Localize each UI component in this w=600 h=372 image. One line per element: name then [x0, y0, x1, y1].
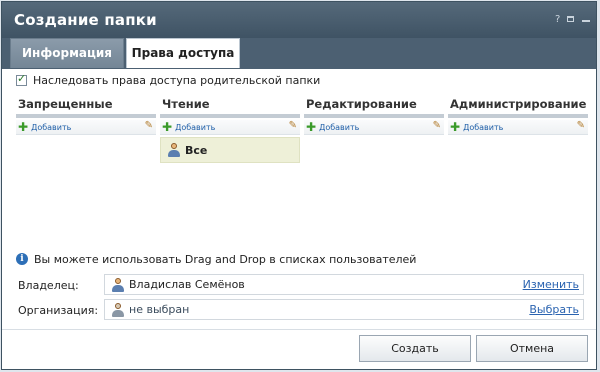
- organization-label: Организация:: [18, 304, 99, 317]
- add-label: Добавить: [463, 122, 504, 132]
- tab-access-rights[interactable]: Права доступа: [126, 38, 240, 68]
- column-forbidden: Запрещенные ✚ Добавить ✎: [16, 96, 156, 246]
- clear-broom-icon[interactable]: ✎: [145, 120, 153, 131]
- plus-icon: ✚: [306, 120, 317, 134]
- column-admin: Администрирование ✚ Добавить ✎: [448, 96, 588, 246]
- clear-broom-icon[interactable]: ✎: [433, 120, 441, 131]
- organization-icon: [111, 302, 125, 317]
- organization-field: не выбран Выбрать: [104, 299, 584, 320]
- column-title: Редактирование: [304, 96, 444, 118]
- add-forbidden-button[interactable]: ✚ Добавить: [18, 121, 71, 133]
- checkmark-icon: ✓: [17, 71, 27, 85]
- column-read: Чтение ✚ Добавить ✎ Все: [160, 96, 300, 246]
- footer-divider: [2, 329, 596, 330]
- column-toolbar: ✚ Добавить ✎: [16, 120, 156, 135]
- user-icon: [111, 277, 125, 292]
- create-folder-dialog: Создание папки ? Информация Права доступ…: [1, 1, 597, 370]
- add-admin-button[interactable]: ✚ Добавить: [450, 121, 503, 133]
- tab-strip: Информация Права доступа: [2, 38, 596, 69]
- owner-label: Владелец:: [18, 279, 79, 292]
- info-icon: i: [16, 253, 28, 265]
- cancel-button[interactable]: Отмена: [476, 335, 588, 362]
- hint-text: Вы можете использовать Drag and Drop в с…: [34, 252, 417, 266]
- column-toolbar: ✚ Добавить ✎: [304, 120, 444, 135]
- dialog-titlebar[interactable]: Создание папки ?: [2, 2, 596, 38]
- add-label: Добавить: [175, 122, 216, 132]
- drag-drop-hint: i Вы можете использовать Drag and Drop в…: [16, 252, 416, 266]
- owner-value: Владислав Семёнов: [129, 278, 245, 291]
- column-toolbar: ✚ Добавить ✎: [160, 120, 300, 135]
- user-group-icon: [167, 143, 181, 157]
- clear-broom-icon[interactable]: ✎: [577, 120, 585, 131]
- change-owner-link[interactable]: Изменить: [523, 278, 579, 291]
- column-edit: Редактирование ✚ Добавить ✎: [304, 96, 444, 246]
- add-read-button[interactable]: ✚ Добавить: [162, 121, 215, 133]
- dialog-title: Создание папки: [14, 11, 157, 29]
- plus-icon: ✚: [162, 120, 173, 134]
- plus-icon: ✚: [450, 120, 461, 134]
- add-label: Добавить: [31, 122, 72, 132]
- column-toolbar: ✚ Добавить ✎: [448, 120, 588, 135]
- inherit-permissions-label: Наследовать права доступа родительской п…: [33, 73, 321, 87]
- column-title: Запрещенные: [16, 96, 156, 118]
- permission-columns: Запрещенные ✚ Добавить ✎ Чтение ✚ Добави…: [16, 96, 590, 246]
- clear-broom-icon[interactable]: ✎: [289, 120, 297, 131]
- owner-field: Владислав Семёнов Изменить: [104, 274, 584, 295]
- tab-information[interactable]: Информация: [10, 38, 124, 68]
- column-title: Администрирование: [448, 96, 588, 118]
- list-item-label: Все: [185, 143, 208, 157]
- plus-icon: ✚: [18, 120, 29, 134]
- add-label: Добавить: [319, 122, 360, 132]
- add-edit-button[interactable]: ✚ Добавить: [306, 121, 359, 133]
- column-title: Чтение: [160, 96, 300, 118]
- organization-value: не выбран: [129, 303, 190, 316]
- minimize-icon[interactable]: [582, 15, 590, 25]
- help-icon[interactable]: ?: [555, 15, 560, 25]
- inherit-permissions-checkbox[interactable]: ✓: [16, 71, 27, 86]
- select-organization-link[interactable]: Выбрать: [529, 303, 579, 316]
- inherit-permissions-row: ✓ Наследовать права доступа родительской…: [16, 71, 321, 87]
- list-item-everyone[interactable]: Все: [160, 137, 300, 163]
- maximize-icon[interactable]: [567, 15, 574, 25]
- create-button[interactable]: Создать: [359, 335, 471, 362]
